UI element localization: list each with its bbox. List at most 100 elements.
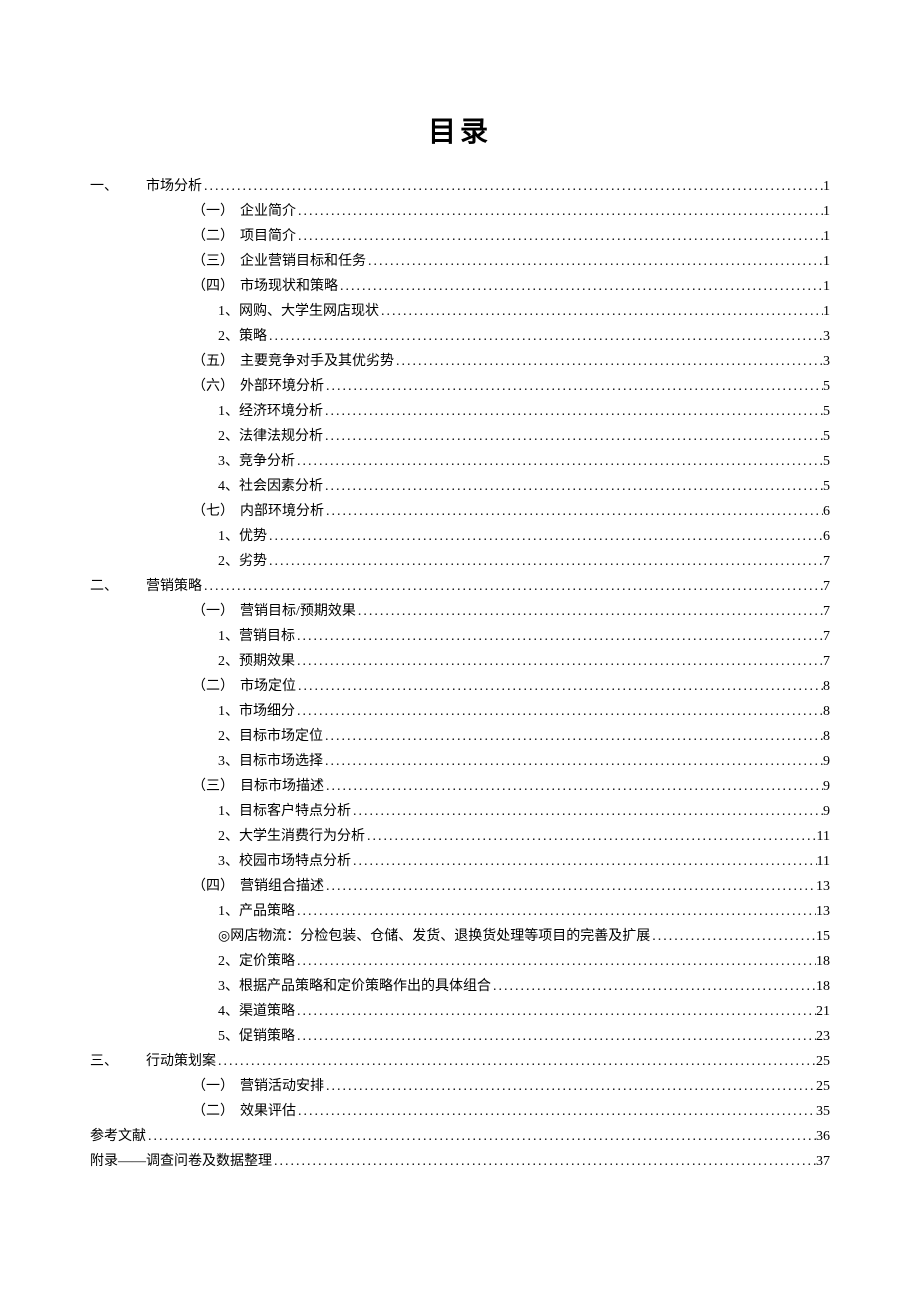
toc-leader-dots bbox=[394, 349, 823, 374]
toc-entry: （七）内部环境分析6 bbox=[90, 499, 830, 524]
toc-leader-dots bbox=[295, 1024, 816, 1049]
toc-entry: （三）目标市场描述 9 bbox=[90, 774, 830, 799]
toc-entry: 1、市场细分8 bbox=[90, 699, 830, 724]
toc-entry-text: 项目简介 bbox=[240, 224, 296, 249]
toc-entry-text: 预期效果 bbox=[239, 649, 295, 674]
toc-entry-page: 5 bbox=[823, 374, 830, 399]
toc-entry: 1、网购、大学生网店现状1 bbox=[90, 299, 830, 324]
toc-entry: 3、目标市场选择9 bbox=[90, 749, 830, 774]
toc-leader-dots bbox=[356, 599, 823, 624]
toc-entry-text: 策略 bbox=[239, 324, 267, 349]
toc-entry-prefix: 一、 bbox=[90, 174, 146, 199]
toc-entry-page: 3 bbox=[823, 324, 830, 349]
toc-entry-page: 9 bbox=[823, 774, 830, 799]
toc-entry: （五）主要竞争对手及其优劣势3 bbox=[90, 349, 830, 374]
toc-entry-page: 7 bbox=[823, 649, 830, 674]
toc-entry-prefix: （四） bbox=[192, 274, 240, 299]
toc-entry: 1、营销目标7 bbox=[90, 624, 830, 649]
toc-leader-dots bbox=[323, 724, 823, 749]
toc-leader-dots bbox=[338, 274, 823, 299]
toc-leader-dots bbox=[295, 949, 816, 974]
toc-entry-prefix: 3、 bbox=[218, 974, 239, 999]
toc-entry-text: 外部环境分析 bbox=[240, 374, 324, 399]
toc-entry-text: 市场定位 bbox=[240, 674, 296, 699]
toc-entry-page: 23 bbox=[816, 1024, 830, 1049]
toc-entry-page: 1 bbox=[823, 274, 830, 299]
toc-entry-page: 6 bbox=[823, 499, 830, 524]
toc-entry-page: 37 bbox=[816, 1149, 830, 1174]
toc-entry: 2、劣势7 bbox=[90, 549, 830, 574]
toc-entry: 3、校园市场特点分析11 bbox=[90, 849, 830, 874]
toc-leader-dots bbox=[324, 874, 816, 899]
toc-entry: 4、社会因素分析5 bbox=[90, 474, 830, 499]
toc-entry-prefix: （二） bbox=[192, 224, 240, 249]
toc-entry: 2、策略 3 bbox=[90, 324, 830, 349]
toc-entry-page: 3 bbox=[823, 349, 830, 374]
toc-entry-prefix: 2、 bbox=[218, 724, 239, 749]
toc-entry-text: 目标市场定位 bbox=[239, 724, 323, 749]
toc-entry-text: 营销目标 bbox=[239, 624, 295, 649]
toc-entry-prefix: （三） bbox=[192, 774, 240, 799]
toc-entry: （一）营销活动安排25 bbox=[90, 1074, 830, 1099]
toc-entry-prefix: 2、 bbox=[218, 424, 239, 449]
toc-entry-prefix: 4、 bbox=[218, 999, 239, 1024]
toc-entry-page: 1 bbox=[823, 249, 830, 274]
toc-leader-dots bbox=[202, 174, 823, 199]
toc-entry-prefix: 1、 bbox=[218, 899, 239, 924]
toc-leader-dots bbox=[351, 849, 817, 874]
toc-entry-text: 目标市场选择 bbox=[239, 749, 323, 774]
toc-leader-dots bbox=[267, 524, 823, 549]
toc-entry: 一、市场分析1 bbox=[90, 174, 830, 199]
toc-entry-page: 5 bbox=[823, 424, 830, 449]
toc-entry-prefix: 2、 bbox=[218, 824, 239, 849]
toc-entry-text: 行动策划案 bbox=[146, 1049, 216, 1074]
toc-entry-prefix: 4、 bbox=[218, 474, 239, 499]
toc-entry: （六）外部环境分析 5 bbox=[90, 374, 830, 399]
toc-entry-text: 企业营销目标和任务 bbox=[240, 249, 366, 274]
toc-leader-dots bbox=[324, 1074, 816, 1099]
toc-entry-text: 目标市场描述 bbox=[240, 774, 324, 799]
toc-entry-text: 参考文献 bbox=[90, 1124, 146, 1149]
toc-leader-dots bbox=[324, 374, 823, 399]
toc-entry-page: 9 bbox=[823, 799, 830, 824]
toc-entry-prefix: （六） bbox=[192, 374, 240, 399]
toc-title: 目录 bbox=[90, 110, 830, 150]
toc-entry-prefix: 1、 bbox=[218, 524, 239, 549]
toc-entry: 5、促销策略23 bbox=[90, 1024, 830, 1049]
toc-entry-prefix: ◎ bbox=[218, 924, 230, 949]
toc-entry-text: 营销目标/预期效果 bbox=[240, 599, 356, 624]
toc-entry-text: 网购、大学生网店现状 bbox=[239, 299, 379, 324]
toc-entry-page: 9 bbox=[823, 749, 830, 774]
toc-leader-dots bbox=[295, 624, 823, 649]
toc-entry: 2、法律法规分析5 bbox=[90, 424, 830, 449]
toc-leader-dots bbox=[296, 674, 823, 699]
toc-entry-text: 定价策略 bbox=[239, 949, 295, 974]
toc-entry-page: 18 bbox=[816, 974, 830, 999]
toc-entry-page: 21 bbox=[816, 999, 830, 1024]
toc-leader-dots bbox=[650, 924, 816, 949]
toc-entry-text: 主要竞争对手及其优劣势 bbox=[240, 349, 394, 374]
toc-leader-dots bbox=[296, 1099, 816, 1124]
toc-entry-page: 7 bbox=[823, 549, 830, 574]
toc-entry: ◎ 网店物流：分检包装、仓储、发货、退换货处理等项目的完善及扩展15 bbox=[90, 924, 830, 949]
toc-entry: 三、行动策划案25 bbox=[90, 1049, 830, 1074]
toc-entry-text: 产品策略 bbox=[239, 899, 295, 924]
toc-entry: 2、预期效果7 bbox=[90, 649, 830, 674]
toc-entry-page: 15 bbox=[816, 924, 830, 949]
toc-entry: 1、优势6 bbox=[90, 524, 830, 549]
toc-entry-text: 附录——调查问卷及数据整理 bbox=[90, 1149, 272, 1174]
toc-entry-prefix: 1、 bbox=[218, 624, 239, 649]
toc-leader-dots bbox=[295, 699, 823, 724]
toc-entry-page: 8 bbox=[823, 724, 830, 749]
toc-leader-dots bbox=[296, 224, 823, 249]
toc-entry: 3、根据产品策略和定价策略作出的具体组合18 bbox=[90, 974, 830, 999]
toc-entry-page: 8 bbox=[823, 699, 830, 724]
toc-leader-dots bbox=[146, 1124, 816, 1149]
toc-leader-dots bbox=[366, 249, 823, 274]
toc-entry-prefix: 1、 bbox=[218, 799, 239, 824]
toc-entry-page: 13 bbox=[816, 899, 830, 924]
toc-entry: （四）市场现状和策略1 bbox=[90, 274, 830, 299]
toc-entry-prefix: 2、 bbox=[218, 324, 239, 349]
toc-entry: 附录——调查问卷及数据整理 37 bbox=[90, 1149, 830, 1174]
toc-entry-prefix: （一） bbox=[192, 199, 240, 224]
